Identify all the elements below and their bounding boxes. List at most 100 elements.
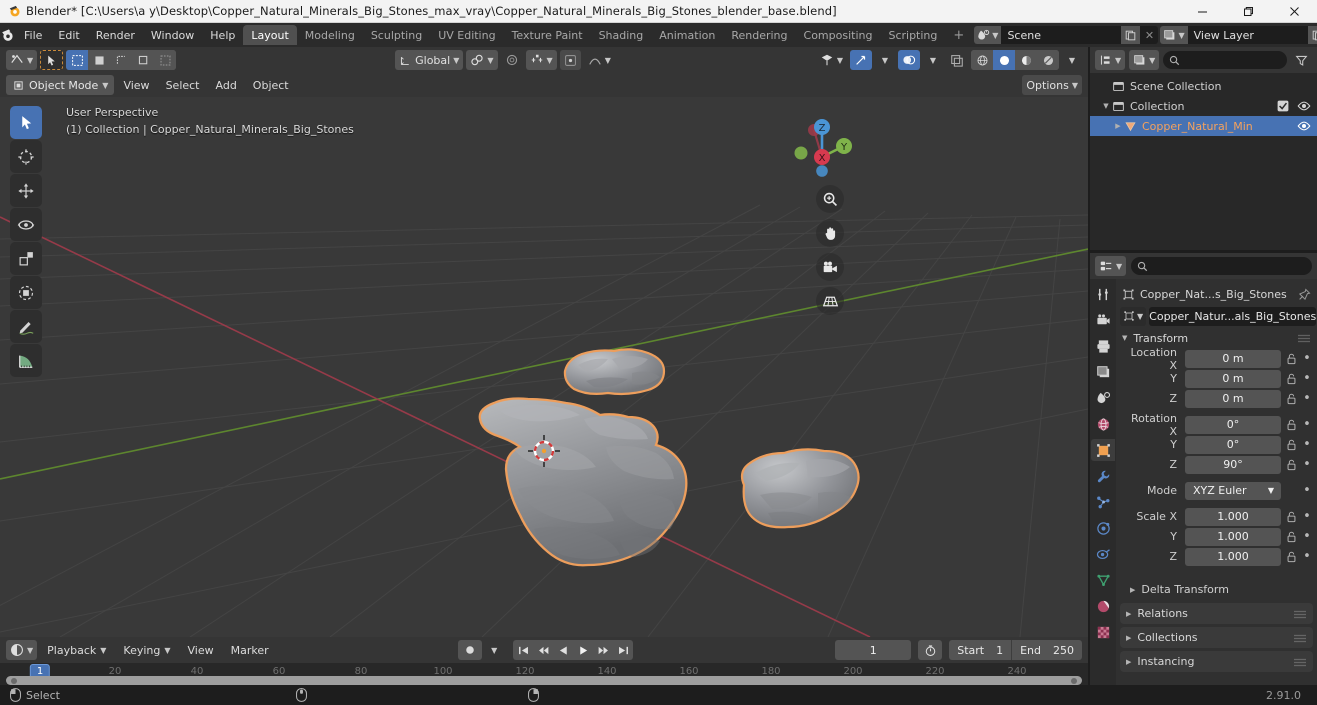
outliner-tree[interactable]: Scene Collection ▼ Collection ▶ Copper_N… bbox=[1090, 73, 1317, 250]
properties-tab-physics[interactable] bbox=[1091, 517, 1115, 539]
properties-editor-type-button[interactable]: ▼ bbox=[1095, 256, 1127, 276]
viewport-menu-select[interactable]: Select bbox=[159, 75, 207, 95]
zoom-view-button[interactable] bbox=[816, 185, 844, 213]
properties-tab-tool[interactable] bbox=[1091, 283, 1115, 305]
maximize-button[interactable] bbox=[1225, 0, 1271, 23]
location-z-value[interactable]: 0 m bbox=[1185, 389, 1281, 408]
workspace-tab-scripting[interactable]: Scripting bbox=[880, 25, 945, 45]
location-y-lock-icon[interactable] bbox=[1284, 373, 1298, 385]
properties-tab-world[interactable] bbox=[1091, 413, 1115, 435]
shading-mode-group[interactable] bbox=[971, 50, 1059, 70]
properties-tab-particles[interactable] bbox=[1091, 491, 1115, 513]
scale-y-value[interactable]: 1.000 bbox=[1185, 527, 1281, 546]
object-name-field[interactable]: Copper_Natur...als_Big_Stones bbox=[1149, 306, 1317, 326]
shading-material-icon[interactable] bbox=[1015, 50, 1037, 70]
next-keyframe-button[interactable] bbox=[593, 640, 613, 660]
interaction-mode-selector[interactable]: Object Mode ▼ bbox=[6, 75, 115, 95]
properties-tab-texture[interactable] bbox=[1091, 621, 1115, 643]
xray-toggle-button[interactable] bbox=[946, 50, 968, 70]
pan-view-button[interactable] bbox=[816, 219, 844, 247]
scene-new-button[interactable] bbox=[1121, 26, 1141, 44]
rotation-y-value[interactable]: 0° bbox=[1185, 435, 1281, 454]
transform-orientation-button[interactable]: Global ▼ bbox=[395, 50, 464, 70]
timeline-menu-keying[interactable]: Keying ▼ bbox=[116, 640, 177, 660]
use-preview-range-button[interactable] bbox=[918, 640, 943, 660]
camera-view-button[interactable] bbox=[816, 253, 844, 281]
view-layer-new-button[interactable] bbox=[1307, 26, 1317, 44]
properties-panel[interactable]: Copper_Nat...s_Big_Stones ▼ Copper_Natur… bbox=[1116, 279, 1317, 685]
panel-header-collections[interactable]: ▶ Collections bbox=[1120, 627, 1313, 648]
select-box-icon[interactable] bbox=[66, 50, 89, 70]
proportional-editing-button[interactable] bbox=[501, 50, 523, 70]
object-visibility-eye-icon[interactable] bbox=[1297, 119, 1311, 133]
workspace-tab-rendering[interactable]: Rendering bbox=[723, 25, 795, 45]
scale-x-lock-icon[interactable] bbox=[1284, 511, 1298, 523]
scale-z-lock-icon[interactable] bbox=[1284, 551, 1298, 563]
pivot-point-button[interactable] bbox=[559, 50, 581, 70]
tool-tweak-select[interactable] bbox=[10, 106, 42, 139]
editor-type-button[interactable]: ▼ bbox=[6, 50, 38, 70]
workspace-tab-compositing[interactable]: Compositing bbox=[796, 25, 881, 45]
add-workspace-button[interactable]: + bbox=[945, 25, 972, 45]
outliner-filter-button[interactable] bbox=[1291, 50, 1312, 70]
scene-browse-button[interactable]: ▼ bbox=[974, 26, 1002, 44]
workspace-tab-modeling[interactable]: Modeling bbox=[297, 25, 363, 45]
workspace-tab-layout[interactable]: Layout bbox=[243, 25, 297, 45]
view-layer-name[interactable]: View Layer bbox=[1187, 26, 1308, 44]
properties-tab-object[interactable] bbox=[1091, 439, 1115, 461]
3d-viewport[interactable]: User Perspective (1) Collection | Copper… bbox=[0, 97, 1088, 637]
collection-checkbox[interactable] bbox=[1277, 100, 1289, 112]
object-chevron-right-icon[interactable]: ▶ bbox=[1112, 122, 1124, 130]
rotation-x-lock-icon[interactable] bbox=[1284, 419, 1298, 431]
viewport-menu-add[interactable]: Add bbox=[209, 75, 244, 95]
outliner-search-input[interactable] bbox=[1163, 51, 1287, 69]
jump-to-start-button[interactable] bbox=[513, 640, 533, 660]
tool-measure[interactable] bbox=[10, 344, 42, 377]
navigation-gizmo[interactable]: Z Y X bbox=[784, 105, 860, 181]
properties-tab-data[interactable] bbox=[1091, 569, 1115, 591]
play-reverse-button[interactable] bbox=[553, 640, 573, 660]
pin-id-icon[interactable] bbox=[1298, 287, 1311, 301]
play-button[interactable] bbox=[573, 640, 593, 660]
menu-file[interactable]: File bbox=[17, 26, 49, 44]
workspace-tab-animation[interactable]: Animation bbox=[651, 25, 723, 45]
menu-render[interactable]: Render bbox=[89, 26, 142, 44]
properties-tab-scene[interactable] bbox=[1091, 387, 1115, 409]
active-tool-button[interactable] bbox=[40, 50, 64, 70]
tool-transform[interactable] bbox=[10, 276, 42, 309]
workspace-tab-sculpting[interactable]: Sculpting bbox=[363, 25, 430, 45]
menu-edit[interactable]: Edit bbox=[51, 26, 86, 44]
collection-chevron-down-icon[interactable]: ▼ bbox=[1100, 102, 1112, 110]
workspace-tab-shading[interactable]: Shading bbox=[591, 25, 652, 45]
workspace-tab-texture-paint[interactable]: Texture Paint bbox=[504, 25, 591, 45]
timeline-menu-marker[interactable]: Marker bbox=[224, 640, 276, 660]
viewport-options-button[interactable]: Options ▼ bbox=[1022, 75, 1082, 95]
rotation-mode-dropdown[interactable]: XYZ Euler ▼ bbox=[1185, 481, 1281, 500]
outliner-row-collection[interactable]: ▼ Collection bbox=[1090, 96, 1317, 116]
menu-help[interactable]: Help bbox=[203, 26, 242, 44]
snap-target-button[interactable]: ▼ bbox=[466, 50, 498, 70]
view-layer-selector[interactable]: ▼ View Layer ✕ bbox=[1160, 26, 1317, 44]
rotation-y-lock-icon[interactable] bbox=[1284, 439, 1298, 451]
location-z-lock-icon[interactable] bbox=[1284, 393, 1298, 405]
shading-options-button[interactable]: ▼ bbox=[1062, 50, 1082, 70]
select-mode-group[interactable] bbox=[66, 50, 177, 70]
viewport-menu-view[interactable]: View bbox=[116, 75, 156, 95]
properties-tab-render[interactable] bbox=[1091, 309, 1115, 331]
properties-tab-modifier[interactable] bbox=[1091, 465, 1115, 487]
timeline-menu-view[interactable]: View bbox=[181, 640, 221, 660]
toggle-perspective-button[interactable] bbox=[816, 287, 844, 315]
workspace-tab-uv-editing[interactable]: UV Editing bbox=[430, 25, 503, 45]
collection-visibility-eye-icon[interactable] bbox=[1297, 99, 1311, 113]
snapping-toggle-button[interactable]: ▼ bbox=[525, 50, 557, 70]
tool-move[interactable] bbox=[10, 174, 42, 207]
shading-wireframe-icon[interactable] bbox=[971, 50, 993, 70]
shading-solid-icon[interactable] bbox=[993, 50, 1015, 70]
timeline-editor-type-button[interactable]: ▼ bbox=[6, 640, 38, 660]
scene-name[interactable]: Scene bbox=[1001, 26, 1122, 44]
properties-search-input[interactable] bbox=[1131, 257, 1312, 275]
panel-header-delta-transform[interactable]: ▶ Delta Transform bbox=[1116, 579, 1317, 600]
scale-x-value[interactable]: 1.000 bbox=[1185, 507, 1281, 526]
tool-rotate[interactable] bbox=[10, 208, 42, 241]
outliner-editor-type-button[interactable]: ▼ bbox=[1095, 50, 1126, 70]
